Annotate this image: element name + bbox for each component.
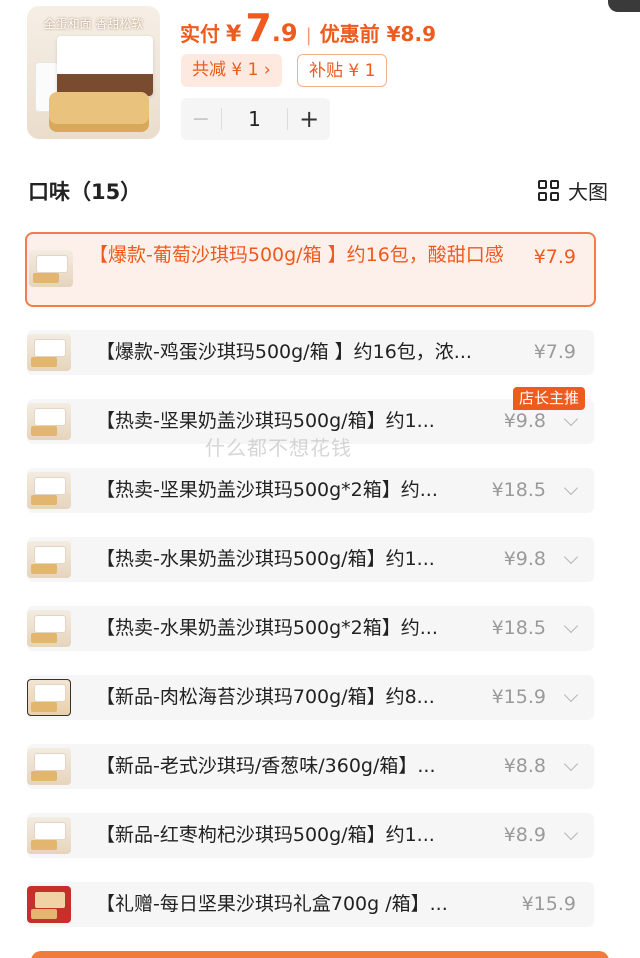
grid-icon bbox=[538, 179, 560, 202]
chevron-down-icon[interactable] bbox=[563, 618, 579, 634]
discount-detail-button[interactable]: 共减 ¥ 1 › bbox=[181, 54, 282, 87]
flavor-price: ¥18.5 bbox=[491, 479, 546, 501]
chevron-down-icon[interactable] bbox=[563, 480, 579, 496]
flavor-thumbnail bbox=[29, 250, 73, 287]
flavor-thumbnail bbox=[27, 334, 71, 371]
product-box-graphic bbox=[57, 36, 153, 96]
flavor-price: ¥18.5 bbox=[491, 617, 546, 639]
chevron-down-icon[interactable] bbox=[563, 411, 579, 427]
quantity-stepper: − 1 + bbox=[181, 98, 330, 140]
flavor-thumbnail bbox=[27, 541, 71, 578]
flavor-label: 【热卖-坚果奶盖沙琪玛500g/箱】约1... bbox=[96, 410, 435, 432]
flavor-price: ¥8.8 bbox=[503, 755, 546, 777]
flavor-label: 【热卖-坚果奶盖沙琪玛500g*2箱】约... bbox=[96, 479, 438, 501]
flavor-label: 【爆款-鸡蛋沙琪玛500g/箱 】约16包，浓... bbox=[96, 341, 472, 363]
flavor-label: 【新品-肉松海苔沙琪玛700g/箱】约8... bbox=[96, 686, 435, 708]
flavor-thumbnail bbox=[27, 886, 71, 923]
flavor-label: 【新品-红枣枸杞沙琪玛500g/箱】约1... bbox=[96, 824, 435, 846]
flavor-price: ¥9.8 bbox=[503, 548, 546, 570]
increase-button[interactable]: + bbox=[288, 105, 330, 133]
product-image-tagline: 全蛋和面 香甜松软 bbox=[43, 17, 144, 31]
flavor-option[interactable]: 【新品-红枣枸杞沙琪玛500g/箱】约1... ¥8.9 bbox=[27, 813, 594, 858]
flavor-thumbnail bbox=[27, 610, 71, 647]
chevron-down-icon[interactable] bbox=[563, 687, 579, 703]
flavor-thumbnail bbox=[27, 679, 71, 716]
flavor-thumbnail bbox=[27, 817, 71, 854]
flavor-price: ¥15.9 bbox=[491, 686, 546, 708]
flavor-option[interactable]: 【爆款-鸡蛋沙琪玛500g/箱 】约16包，浓... ¥7.9 bbox=[27, 330, 594, 375]
product-image: 全蛋和面 香甜松软 bbox=[27, 6, 160, 139]
flavor-option[interactable]: 【新品-肉松海苔沙琪玛700g/箱】约8... ¥15.9 bbox=[27, 675, 594, 720]
subsidy-chip: 补贴 ¥ 1 bbox=[297, 54, 388, 87]
close-button[interactable] bbox=[608, 0, 640, 12]
flavor-section-title: 口味（15） bbox=[28, 180, 142, 204]
price-line: 实付 ¥ 7 .9 | 优惠前 ¥8.9 bbox=[180, 8, 436, 48]
price-separator: | bbox=[305, 25, 312, 46]
price-label: 实付 bbox=[180, 22, 220, 46]
flavor-label: 【热卖-水果奶盖沙琪玛500g/箱】约1... bbox=[96, 548, 435, 570]
large-view-toggle[interactable]: 大图 bbox=[538, 176, 608, 205]
chevron-down-icon[interactable] bbox=[563, 756, 579, 772]
flavor-price: ¥15.9 bbox=[521, 893, 576, 915]
confirm-button[interactable] bbox=[31, 951, 609, 958]
large-view-label: 大图 bbox=[568, 180, 608, 204]
flavor-thumbnail bbox=[27, 748, 71, 785]
flavor-label: 【爆款-葡萄沙琪玛500g/箱 】约16包，酸甜口感 bbox=[89, 244, 504, 266]
currency-symbol: ¥ bbox=[226, 22, 242, 47]
flavor-option-selected[interactable]: 【爆款-葡萄沙琪玛500g/箱 】约16包，酸甜口感 ¥7.9 bbox=[25, 232, 596, 307]
flavor-label: 【新品-老式沙琪玛/香葱味/360g/箱】... bbox=[96, 755, 436, 777]
flavor-option[interactable]: 【热卖-水果奶盖沙琪玛500g/箱】约1... ¥9.8 bbox=[27, 537, 594, 582]
flavor-price: ¥7.9 bbox=[533, 246, 576, 268]
price-decimal: .9 bbox=[271, 19, 298, 47]
store-recommend-badge: 店长主推 bbox=[513, 387, 586, 410]
quantity-input[interactable]: 1 bbox=[222, 107, 288, 131]
flavor-thumbnail bbox=[27, 403, 71, 440]
flavor-price: ¥8.9 bbox=[503, 824, 546, 846]
flavor-option[interactable]: 【礼赠-每日坚果沙琪玛礼盒700g /箱】... ¥15.9 bbox=[27, 882, 594, 927]
flavor-option[interactable]: 【新品-老式沙琪玛/香葱味/360g/箱】... ¥8.8 bbox=[27, 744, 594, 789]
flavor-option[interactable]: 【热卖-水果奶盖沙琪玛500g*2箱】约... ¥18.5 bbox=[27, 606, 594, 651]
decrease-button[interactable]: − bbox=[181, 107, 221, 132]
original-price: 优惠前 ¥8.9 bbox=[319, 22, 436, 46]
flavor-label: 【热卖-水果奶盖沙琪玛500g*2箱】约... bbox=[96, 617, 438, 639]
chevron-down-icon[interactable] bbox=[563, 549, 579, 565]
flavor-option[interactable]: 【热卖-坚果奶盖沙琪玛500g*2箱】约... ¥18.5 bbox=[27, 468, 594, 513]
chevron-down-icon[interactable] bbox=[563, 825, 579, 841]
flavor-label: 【礼赠-每日坚果沙琪玛礼盒700g /箱】... bbox=[96, 893, 448, 915]
flavor-option[interactable]: 【热卖-坚果奶盖沙琪玛500g/箱】约1... ¥9.8 bbox=[27, 399, 594, 444]
cake-graphic bbox=[49, 92, 149, 132]
price-integer: 7 bbox=[245, 6, 272, 50]
flavor-price: ¥7.9 bbox=[533, 341, 576, 363]
flavor-thumbnail bbox=[27, 472, 71, 509]
